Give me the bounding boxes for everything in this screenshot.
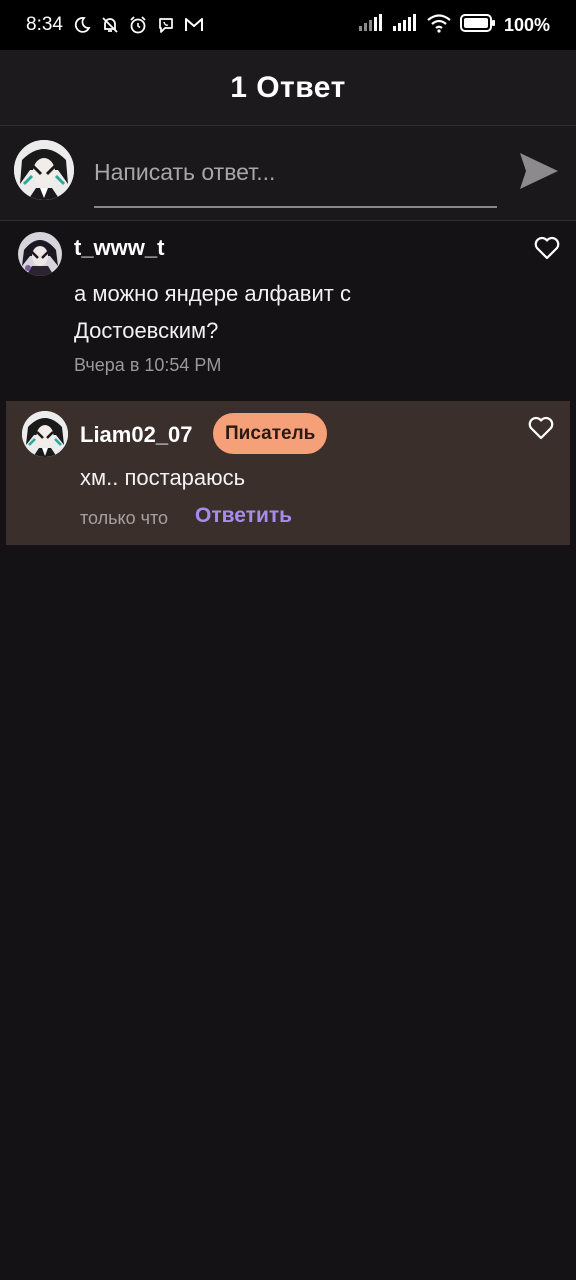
signal-icon (358, 13, 384, 37)
battery-icon (459, 13, 496, 38)
like-button[interactable] (533, 236, 561, 264)
battery-percent: 100% (503, 14, 550, 35)
reply-button[interactable]: Ответить (195, 504, 292, 528)
signal-icon (392, 13, 418, 37)
reply-item: Liam02_07 Писатель хм.. постараюсь тольк… (6, 401, 570, 545)
reply-text: хм.. постараюсь (80, 465, 246, 490)
reply-username[interactable]: Liam02_07 (80, 422, 193, 448)
send-button[interactable] (516, 150, 562, 196)
comment: t_www_t а можно яндере алфавит с Достоев… (0, 221, 576, 399)
gmail-icon (183, 14, 205, 36)
status-icons-left (71, 14, 205, 36)
header: 1 Ответ (0, 50, 576, 126)
bell-off-icon (99, 14, 121, 36)
moon-icon (71, 14, 93, 36)
avatar[interactable] (22, 411, 68, 457)
wifi-icon (426, 13, 452, 38)
alarm-icon (127, 14, 149, 36)
reply-composer: Написать ответ... (0, 126, 576, 221)
viber-icon (155, 14, 177, 36)
status-bar: 8:34 100% (0, 0, 576, 50)
comment-timestamp: Вчера в 10:54 PM (74, 355, 222, 375)
reply-input[interactable]: Написать ответ... (94, 154, 497, 208)
role-badge: Писатель (213, 413, 328, 454)
reply-input-placeholder: Написать ответ... (94, 159, 276, 185)
avatar (14, 140, 74, 200)
comment-text: а можно яндере алфавит с Достоевским? (74, 281, 351, 343)
send-icon (518, 151, 560, 196)
heart-outline-icon (528, 416, 554, 445)
status-time: 8:34 (26, 14, 63, 35)
reply-timestamp: только что (80, 508, 169, 528)
avatar[interactable] (18, 232, 62, 276)
like-button[interactable] (527, 416, 555, 444)
page-title: 1 Ответ (230, 70, 346, 104)
comment-username[interactable]: t_www_t (74, 235, 164, 261)
status-icons-right: 100% (358, 13, 550, 38)
heart-outline-icon (534, 236, 560, 265)
